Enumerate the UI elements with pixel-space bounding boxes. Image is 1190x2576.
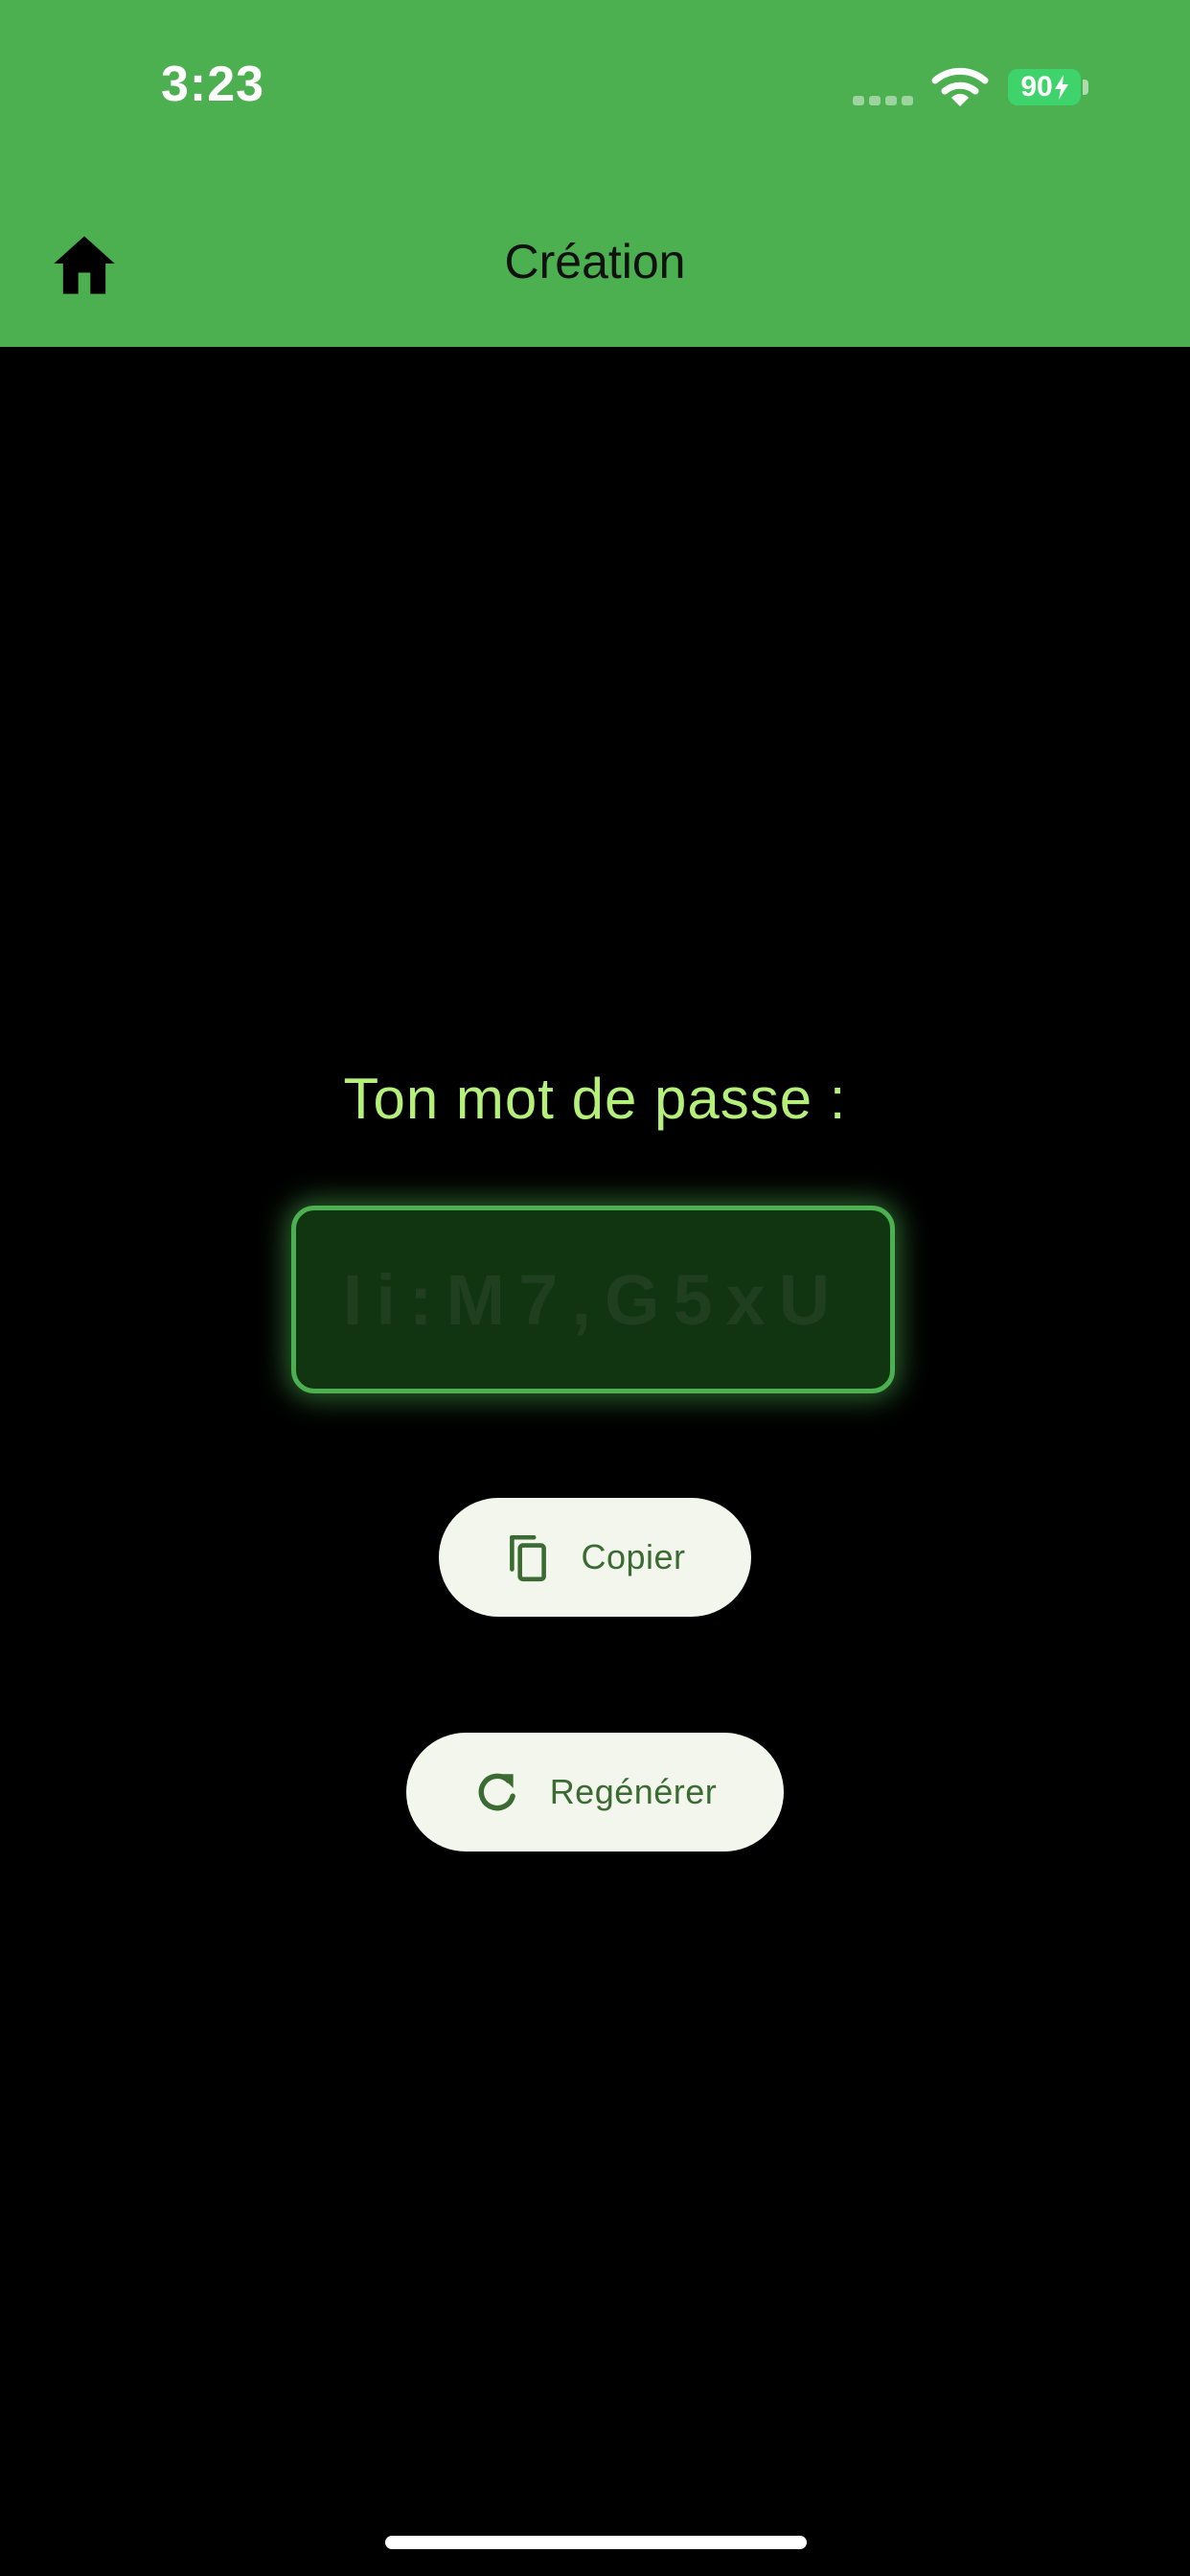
app-header: 3:23 90 Création — [0, 0, 1190, 347]
cellular-signal-icon — [853, 96, 914, 105]
copy-icon — [510, 1534, 547, 1582]
regenerate-button[interactable]: Regénérer — [406, 1733, 784, 1852]
password-prompt-label: Ton mot de passe : — [343, 1067, 847, 1131]
battery-nub — [1083, 80, 1088, 95]
password-display: Ii:M7,G5xU — [291, 1206, 895, 1393]
home-indicator — [385, 2536, 807, 2549]
battery-level: 90 — [1020, 71, 1053, 103]
generated-password: Ii:M7,G5xU — [342, 1259, 844, 1340]
wifi-icon — [931, 67, 989, 106]
refresh-icon — [478, 1773, 515, 1811]
copy-button[interactable]: Copier — [439, 1498, 751, 1617]
copy-button-label: Copier — [581, 1537, 686, 1576]
page-title: Création — [504, 235, 686, 288]
regenerate-button-label: Regénérer — [549, 1772, 718, 1811]
battery-indicator: 90 — [1008, 69, 1081, 105]
charging-bolt-icon — [1054, 75, 1068, 100]
status-time: 3:23 — [161, 57, 265, 112]
